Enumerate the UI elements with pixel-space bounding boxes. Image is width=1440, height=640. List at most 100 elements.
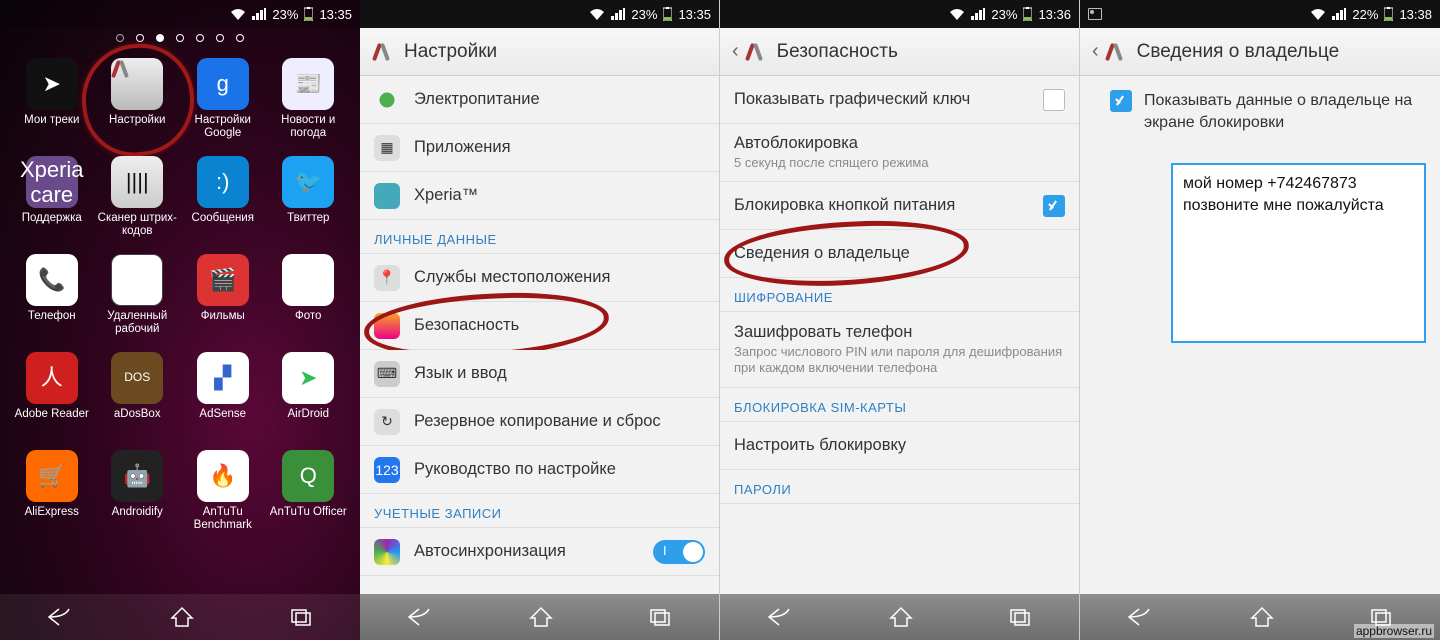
pdf-icon: 人 bbox=[26, 352, 78, 404]
row-autosync[interactable]: Автосинхронизация bbox=[360, 528, 719, 576]
app-label: Androidify bbox=[112, 506, 163, 519]
settings-list: Электропитание ▦Приложения Xperia™ ЛИЧНЫ… bbox=[360, 76, 719, 594]
app-barcode-scanner[interactable]: ||||Сканер штрих-кодов bbox=[96, 156, 180, 252]
owner-text-input[interactable]: мой номер +742467873 позвоните мне пожал… bbox=[1171, 163, 1426, 343]
header-title: Безопасность bbox=[777, 41, 898, 63]
battery-text: 23% bbox=[272, 7, 298, 22]
chrome-icon: ◉ bbox=[111, 254, 163, 306]
section-sim: БЛОКИРОВКА SIM-КАРТЫ bbox=[720, 388, 1079, 422]
header: ‹ Безопасность bbox=[720, 28, 1079, 76]
nav-home[interactable] bbox=[1250, 606, 1274, 628]
arrow-icon: ➤ bbox=[26, 58, 78, 110]
keyboard-icon: ⌨ bbox=[374, 361, 400, 387]
app-airdroid[interactable]: ➤AirDroid bbox=[267, 352, 351, 448]
row-owner-info[interactable]: Сведения о владельце bbox=[720, 230, 1079, 278]
nav-back[interactable] bbox=[407, 607, 435, 627]
settings-icon bbox=[1105, 41, 1127, 63]
clock-text: 13:35 bbox=[678, 7, 711, 22]
app-aliexpress[interactable]: 🛒 AliExpress bbox=[10, 450, 94, 546]
app-label: Удаленный рабочий bbox=[96, 310, 180, 336]
wifi-icon bbox=[949, 8, 965, 20]
app-androidify[interactable]: 🤖Androidify bbox=[96, 450, 180, 546]
row-apps[interactable]: ▦ Приложения bbox=[360, 124, 719, 172]
nav-recent[interactable] bbox=[648, 607, 672, 627]
header-title: Настройки bbox=[404, 41, 497, 63]
row-location[interactable]: 📍Службы местоположения bbox=[360, 254, 719, 302]
nav-recent[interactable] bbox=[1008, 607, 1032, 627]
row-label: Зашифровать телефон bbox=[734, 323, 1065, 342]
checkbox-powerlock[interactable] bbox=[1043, 195, 1065, 217]
row-autolock[interactable]: Автоблокировка5 секунд после спящего реж… bbox=[720, 124, 1079, 182]
row-show-pattern[interactable]: Показывать графический ключ bbox=[720, 76, 1079, 124]
barcode-icon: |||| bbox=[111, 156, 163, 208]
signal-icon bbox=[611, 8, 625, 20]
phone-icon: 📞 bbox=[26, 254, 78, 306]
row-simlock[interactable]: Настроить блокировку bbox=[720, 422, 1079, 470]
app-google-settings[interactable]: gНастройки Google bbox=[181, 58, 265, 154]
app-messages[interactable]: :) Сообщения bbox=[181, 156, 265, 252]
app-adosbox[interactable]: DOSaDosBox bbox=[96, 352, 180, 448]
messages-icon: :) bbox=[197, 156, 249, 208]
clock-text: 13:36 bbox=[1038, 7, 1071, 22]
app-moi-treki[interactable]: ➤Мои треки bbox=[10, 58, 94, 154]
apps-icon: ▦ bbox=[374, 135, 400, 161]
nav-back[interactable] bbox=[47, 607, 75, 627]
battery-text: 23% bbox=[631, 7, 657, 22]
row-label: Руководство по настройке bbox=[414, 460, 705, 479]
app-movies[interactable]: 🎬Фильмы bbox=[181, 254, 265, 350]
nav-back[interactable] bbox=[767, 607, 795, 627]
app-label: Телефон bbox=[28, 310, 76, 323]
app-label: Новости и погода bbox=[267, 114, 351, 140]
app-antutu-benchmark[interactable]: 🔥AnTuTu Benchmark bbox=[181, 450, 265, 546]
row-label: Xperia™ bbox=[414, 186, 705, 205]
nav-recent[interactable] bbox=[289, 607, 313, 627]
screen-owner-info: 22% 13:38 ‹ Сведения о владельце Показыв… bbox=[1080, 0, 1440, 640]
row-security[interactable]: Безопасность bbox=[360, 302, 719, 350]
status-bar: 23% 13:35 bbox=[360, 0, 719, 28]
app-adsense[interactable]: ▞AdSense bbox=[181, 352, 265, 448]
app-label: Настройки Google bbox=[181, 114, 265, 140]
app-remote-desktop[interactable]: ◉ Удаленный рабочий bbox=[96, 254, 180, 350]
checkbox-show-owner[interactable] bbox=[1110, 90, 1132, 112]
row-xperia[interactable]: Xperia™ bbox=[360, 172, 719, 220]
back-icon[interactable]: ‹ bbox=[1092, 40, 1099, 63]
row-language[interactable]: ⌨Язык и ввод bbox=[360, 350, 719, 398]
nav-home[interactable] bbox=[529, 606, 553, 628]
app-photos[interactable]: ◆Фото bbox=[267, 254, 351, 350]
security-icon bbox=[374, 313, 400, 339]
app-settings[interactable]: Настройки bbox=[96, 58, 180, 154]
app-support[interactable]: XperiacareПоддержка bbox=[10, 156, 94, 252]
row-guide[interactable]: 123Руководство по настройке bbox=[360, 446, 719, 494]
twitter-icon: 🐦 bbox=[282, 156, 334, 208]
aliexpress-icon: 🛒 bbox=[26, 450, 78, 502]
adsense-icon: ▞ bbox=[197, 352, 249, 404]
nav-home[interactable] bbox=[889, 606, 913, 628]
nav-back[interactable] bbox=[1127, 607, 1155, 627]
nav-home[interactable] bbox=[170, 606, 194, 628]
dosbox-icon: DOS bbox=[111, 352, 163, 404]
status-bar: 22% 13:38 bbox=[1080, 0, 1440, 28]
back-icon[interactable]: ‹ bbox=[732, 40, 739, 63]
antutu-icon: 🔥 bbox=[197, 450, 249, 502]
news-icon: 📰 bbox=[282, 58, 334, 110]
checkbox-pattern[interactable] bbox=[1043, 89, 1065, 111]
antutu-officer-icon: Q bbox=[282, 450, 334, 502]
app-label: AliExpress bbox=[25, 506, 79, 519]
header: Настройки bbox=[360, 28, 719, 76]
row-show-owner[interactable]: Показывать данные о владельце на экране … bbox=[1080, 76, 1440, 151]
row-encrypt[interactable]: Зашифровать телефонЗапрос числового PIN … bbox=[720, 312, 1079, 388]
app-label: Твиттер bbox=[287, 212, 329, 225]
app-antutu-officer[interactable]: QAnTuTu Officer bbox=[267, 450, 351, 546]
row-label: Приложения bbox=[414, 138, 705, 157]
app-phone[interactable]: 📞 Телефон bbox=[10, 254, 94, 350]
app-label: Сообщения bbox=[192, 212, 254, 225]
row-backup[interactable]: ↻Резервное копирование и сброс bbox=[360, 398, 719, 446]
app-adobe-reader[interactable]: 人Adobe Reader bbox=[10, 352, 94, 448]
app-twitter[interactable]: 🐦 Твиттер bbox=[267, 156, 351, 252]
status-bar: 23% 13:36 bbox=[720, 0, 1079, 28]
app-news-weather[interactable]: 📰 Новости и погода bbox=[267, 58, 351, 154]
row-power[interactable]: Электропитание bbox=[360, 76, 719, 124]
toggle-autosync[interactable] bbox=[653, 540, 705, 564]
row-label: Автоблокировка bbox=[734, 134, 1065, 153]
row-powerlock[interactable]: Блокировка кнопкой питания bbox=[720, 182, 1079, 230]
